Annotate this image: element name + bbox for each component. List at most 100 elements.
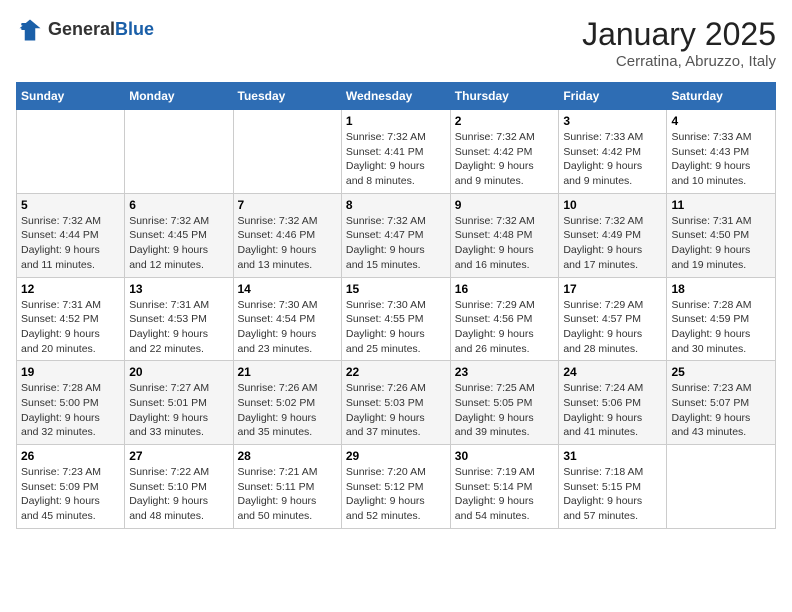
day-detail: Sunrise: 7:23 AM Sunset: 5:09 PM Dayligh…: [21, 465, 120, 524]
day-number: 27: [129, 449, 228, 463]
day-detail: Sunrise: 7:33 AM Sunset: 4:43 PM Dayligh…: [671, 130, 771, 189]
day-number: 22: [346, 365, 446, 379]
calendar-cell: [233, 110, 341, 194]
calendar-cell: 10 Sunrise: 7:32 AM Sunset: 4:49 PM Dayli…: [559, 193, 667, 277]
day-detail: Sunrise: 7:26 AM Sunset: 5:02 PM Dayligh…: [238, 381, 337, 440]
day-detail: Sunrise: 7:32 AM Sunset: 4:46 PM Dayligh…: [238, 214, 337, 273]
calendar-cell: 13Sunrise: 7:31 AM Sunset: 4:53 PM Dayli…: [125, 277, 233, 361]
location: Cerratina, Abruzzo, Italy: [582, 53, 776, 70]
logo-general: General: [48, 19, 115, 39]
day-detail: Sunrise: 7:32 AM Sunset: 4:45 PM Dayligh…: [129, 214, 228, 273]
day-number: 6: [129, 198, 228, 212]
logo-text: GeneralBlue: [48, 20, 154, 40]
page-header: GeneralBlue January 2025 Cerratina, Abru…: [16, 16, 776, 70]
day-number: 30: [455, 449, 555, 463]
day-detail: Sunrise: 7:31 AM Sunset: 4:52 PM Dayligh…: [21, 298, 120, 357]
calendar-cell: 20Sunrise: 7:27 AM Sunset: 5:01 PM Dayli…: [125, 361, 233, 445]
calendar-cell: 21 Sunrise: 7:26 AM Sunset: 5:02 PM Dayli…: [233, 361, 341, 445]
day-detail: Sunrise: 7:24 AM Sunset: 5:06 PM Dayligh…: [563, 381, 662, 440]
day-number: 2: [455, 114, 555, 128]
weekday-header-friday: Friday: [559, 83, 667, 110]
day-detail: Sunrise: 7:20 AM Sunset: 5:12 PM Dayligh…: [346, 465, 446, 524]
calendar-cell: 22 Sunrise: 7:26 AM Sunset: 5:03 PM Dayli…: [341, 361, 450, 445]
day-number: 14: [238, 282, 337, 296]
calendar-cell: 9 Sunrise: 7:32 AM Sunset: 4:48 PM Daylig…: [450, 193, 559, 277]
title-block: January 2025 Cerratina, Abruzzo, Italy: [582, 16, 776, 70]
day-detail: Sunrise: 7:32 AM Sunset: 4:47 PM Dayligh…: [346, 214, 446, 273]
day-number: 18: [671, 282, 771, 296]
calendar-cell: 14 Sunrise: 7:30 AM Sunset: 4:54 PM Dayli…: [233, 277, 341, 361]
calendar-cell: 26 Sunrise: 7:23 AM Sunset: 5:09 PM Dayli…: [17, 445, 125, 529]
logo: GeneralBlue: [16, 16, 154, 44]
day-detail: Sunrise: 7:32 AM Sunset: 4:49 PM Dayligh…: [563, 214, 662, 273]
day-number: 5: [21, 198, 120, 212]
calendar-cell: [667, 445, 776, 529]
calendar-header: SundayMondayTuesdayWednesdayThursdayFrid…: [17, 83, 776, 110]
day-number: 10: [563, 198, 662, 212]
day-detail: Sunrise: 7:28 AM Sunset: 5:00 PM Dayligh…: [21, 381, 120, 440]
day-detail: Sunrise: 7:29 AM Sunset: 4:57 PM Dayligh…: [563, 298, 662, 357]
calendar-cell: 3 Sunrise: 7:33 AM Sunset: 4:42 PM Daylig…: [559, 110, 667, 194]
day-detail: Sunrise: 7:27 AM Sunset: 5:01 PM Dayligh…: [129, 381, 228, 440]
day-detail: Sunrise: 7:25 AM Sunset: 5:05 PM Dayligh…: [455, 381, 555, 440]
day-number: 3: [563, 114, 662, 128]
calendar-cell: [17, 110, 125, 194]
weekday-header-thursday: Thursday: [450, 83, 559, 110]
calendar-cell: 8Sunrise: 7:32 AM Sunset: 4:47 PM Daylig…: [341, 193, 450, 277]
calendar-body: 1Sunrise: 7:32 AM Sunset: 4:41 PM Daylig…: [17, 110, 776, 529]
day-number: 16: [455, 282, 555, 296]
weekday-header-saturday: Saturday: [667, 83, 776, 110]
day-number: 4: [671, 114, 771, 128]
day-detail: Sunrise: 7:32 AM Sunset: 4:42 PM Dayligh…: [455, 130, 555, 189]
day-detail: Sunrise: 7:22 AM Sunset: 5:10 PM Dayligh…: [129, 465, 228, 524]
calendar-cell: 23Sunrise: 7:25 AM Sunset: 5:05 PM Dayli…: [450, 361, 559, 445]
calendar-cell: 24Sunrise: 7:24 AM Sunset: 5:06 PM Dayli…: [559, 361, 667, 445]
calendar-week-3: 12Sunrise: 7:31 AM Sunset: 4:52 PM Dayli…: [17, 277, 776, 361]
calendar-cell: [125, 110, 233, 194]
calendar-cell: 1Sunrise: 7:32 AM Sunset: 4:41 PM Daylig…: [341, 110, 450, 194]
day-detail: Sunrise: 7:32 AM Sunset: 4:48 PM Dayligh…: [455, 214, 555, 273]
day-detail: Sunrise: 7:33 AM Sunset: 4:42 PM Dayligh…: [563, 130, 662, 189]
day-detail: Sunrise: 7:21 AM Sunset: 5:11 PM Dayligh…: [238, 465, 337, 524]
logo-icon: [16, 16, 44, 44]
day-number: 11: [671, 198, 771, 212]
month-title: January 2025: [582, 16, 776, 53]
day-number: 15: [346, 282, 446, 296]
day-detail: Sunrise: 7:29 AM Sunset: 4:56 PM Dayligh…: [455, 298, 555, 357]
calendar-cell: 27 Sunrise: 7:22 AM Sunset: 5:10 PM Dayli…: [125, 445, 233, 529]
day-detail: Sunrise: 7:30 AM Sunset: 4:54 PM Dayligh…: [238, 298, 337, 357]
day-detail: Sunrise: 7:32 AM Sunset: 4:44 PM Dayligh…: [21, 214, 120, 273]
day-detail: Sunrise: 7:18 AM Sunset: 5:15 PM Dayligh…: [563, 465, 662, 524]
day-detail: Sunrise: 7:28 AM Sunset: 4:59 PM Dayligh…: [671, 298, 771, 357]
calendar-cell: 28Sunrise: 7:21 AM Sunset: 5:11 PM Dayli…: [233, 445, 341, 529]
day-detail: Sunrise: 7:31 AM Sunset: 4:50 PM Dayligh…: [671, 214, 771, 273]
calendar-cell: 25 Sunrise: 7:23 AM Sunset: 5:07 PM Dayli…: [667, 361, 776, 445]
day-number: 26: [21, 449, 120, 463]
day-number: 13: [129, 282, 228, 296]
calendar-cell: 7 Sunrise: 7:32 AM Sunset: 4:46 PM Daylig…: [233, 193, 341, 277]
calendar-cell: 19Sunrise: 7:28 AM Sunset: 5:00 PM Dayli…: [17, 361, 125, 445]
calendar-cell: 15 Sunrise: 7:30 AM Sunset: 4:55 PM Dayli…: [341, 277, 450, 361]
day-number: 7: [238, 198, 337, 212]
calendar-cell: 4 Sunrise: 7:33 AM Sunset: 4:43 PM Daylig…: [667, 110, 776, 194]
day-detail: Sunrise: 7:23 AM Sunset: 5:07 PM Dayligh…: [671, 381, 771, 440]
day-number: 9: [455, 198, 555, 212]
calendar-week-1: 1Sunrise: 7:32 AM Sunset: 4:41 PM Daylig…: [17, 110, 776, 194]
day-number: 1: [346, 114, 446, 128]
calendar-week-2: 5 Sunrise: 7:32 AM Sunset: 4:44 PM Daylig…: [17, 193, 776, 277]
calendar-cell: 30Sunrise: 7:19 AM Sunset: 5:14 PM Dayli…: [450, 445, 559, 529]
calendar-week-4: 19Sunrise: 7:28 AM Sunset: 5:00 PM Dayli…: [17, 361, 776, 445]
day-number: 17: [563, 282, 662, 296]
calendar-cell: 17 Sunrise: 7:29 AM Sunset: 4:57 PM Dayli…: [559, 277, 667, 361]
day-detail: Sunrise: 7:30 AM Sunset: 4:55 PM Dayligh…: [346, 298, 446, 357]
day-number: 21: [238, 365, 337, 379]
weekday-header-wednesday: Wednesday: [341, 83, 450, 110]
calendar-cell: 12Sunrise: 7:31 AM Sunset: 4:52 PM Dayli…: [17, 277, 125, 361]
weekday-header-monday: Monday: [125, 83, 233, 110]
calendar-cell: 31Sunrise: 7:18 AM Sunset: 5:15 PM Dayli…: [559, 445, 667, 529]
day-number: 25: [671, 365, 771, 379]
day-number: 29: [346, 449, 446, 463]
day-detail: Sunrise: 7:26 AM Sunset: 5:03 PM Dayligh…: [346, 381, 446, 440]
calendar-week-5: 26 Sunrise: 7:23 AM Sunset: 5:09 PM Dayli…: [17, 445, 776, 529]
calendar-cell: 18 Sunrise: 7:28 AM Sunset: 4:59 PM Dayli…: [667, 277, 776, 361]
